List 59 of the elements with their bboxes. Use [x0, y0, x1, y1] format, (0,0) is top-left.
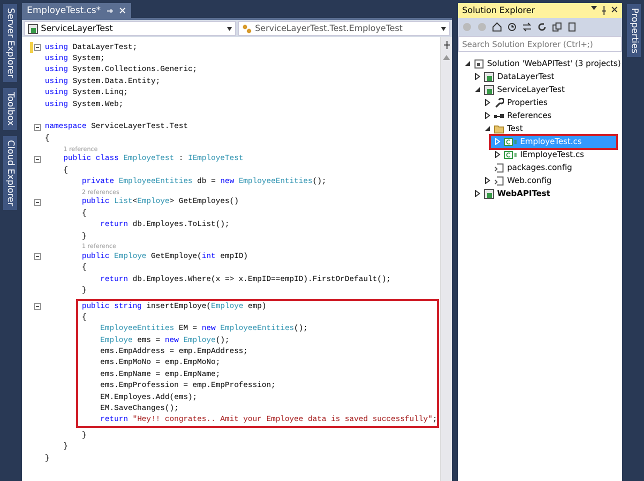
- collapse-icon[interactable]: [34, 156, 41, 163]
- collapse-icon[interactable]: [34, 198, 41, 206]
- tree-item[interactable]: Properties: [481, 96, 551, 108]
- tree-item[interactable]: Solution 'WebAPITest' (3 projects): [461, 58, 624, 70]
- up-arrow-icon: [443, 55, 450, 60]
- tree-item[interactable]: Test: [481, 122, 526, 134]
- side-panel-tab[interactable]: Server Explorer: [2, 4, 17, 82]
- collapsed-arrow-icon[interactable]: [474, 190, 482, 197]
- document-tab[interactable]: EmployeTest.cs*: [22, 3, 131, 18]
- caret-icon: [591, 6, 598, 10]
- copy-icon: [552, 22, 562, 32]
- tree-item[interactable]: DataLayerTest: [471, 70, 558, 82]
- class-icon: [242, 24, 252, 34]
- collapse-icon[interactable]: [34, 302, 41, 310]
- collapsed-arrow-icon[interactable]: [484, 177, 492, 184]
- caret-icon: [227, 26, 232, 30]
- config-file-icon: [494, 162, 504, 172]
- scrollbar[interactable]: [440, 37, 452, 481]
- collapsed-arrow-icon[interactable]: [484, 112, 492, 119]
- csharp-file-icon: [504, 150, 518, 160]
- history-icon: [507, 22, 518, 32]
- project-icon: [484, 84, 494, 94]
- tree-item[interactable]: References: [481, 110, 555, 122]
- caret-icon: [441, 26, 446, 30]
- project-icon: [28, 24, 38, 34]
- tree-item[interactable]: Web.config: [481, 174, 555, 186]
- search-field[interactable]: Search Solution Explorer (Ctrl+;): [458, 36, 622, 52]
- project-icon: [484, 72, 494, 82]
- side-panel-tab[interactable]: Toolbox: [2, 88, 17, 130]
- side-panel-tab[interactable]: Properties: [627, 4, 642, 58]
- collapsed-arrow-icon[interactable]: [484, 99, 492, 106]
- collapse-icon[interactable]: [34, 44, 41, 51]
- split-icon: [442, 41, 451, 49]
- expanded-arrow-icon[interactable]: [464, 60, 472, 67]
- close-icon: [118, 7, 126, 14]
- folder-icon: [494, 124, 504, 134]
- refresh-icon: [537, 22, 548, 32]
- home-icon: [492, 22, 502, 32]
- solution-icon: [474, 58, 484, 68]
- expanded-arrow-icon[interactable]: [484, 125, 492, 132]
- tree-item[interactable]: packages.config: [481, 162, 576, 174]
- panel-title: Solution Explorer: [462, 6, 535, 16]
- collapsed-arrow-icon[interactable]: [474, 73, 482, 80]
- tree-item[interactable]: ServiceLayerTest: [471, 84, 568, 96]
- csharp-file-icon: [504, 136, 518, 146]
- collapse-icon[interactable]: [34, 253, 41, 260]
- collapse-icon[interactable]: [34, 124, 41, 131]
- wrench-icon: [494, 98, 504, 108]
- project-icon: [484, 188, 494, 198]
- sync-icon: [522, 22, 532, 32]
- collapsed-arrow-icon[interactable]: [494, 151, 502, 158]
- project-dropdown[interactable]: ServiceLayerTest: [24, 21, 236, 36]
- member-dropdown[interactable]: ServiceLayerTest.Test.EmployeTest: [238, 21, 450, 36]
- tree-item[interactable]: IEmployeTest.cs: [491, 148, 588, 160]
- tree-item[interactable]: WebAPITest: [471, 188, 554, 200]
- side-panel-tab[interactable]: Cloud Explorer: [2, 136, 17, 210]
- config-file-icon: [494, 176, 504, 186]
- expanded-arrow-icon[interactable]: [474, 86, 482, 93]
- close-icon: [611, 6, 618, 13]
